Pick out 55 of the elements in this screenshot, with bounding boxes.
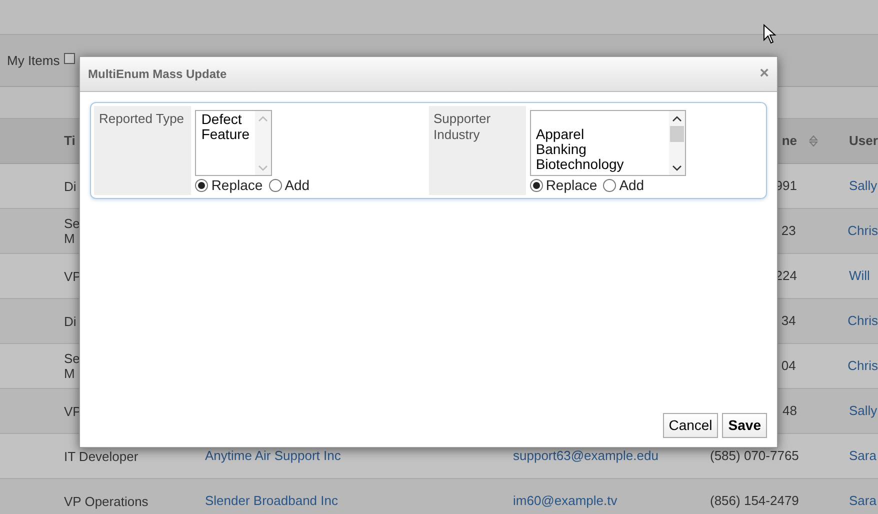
user-link[interactable]: Will xyxy=(849,266,870,286)
user-link[interactable]: Sara xyxy=(849,446,876,466)
list-option[interactable]: Biotechnology xyxy=(536,157,624,172)
listbox[interactable]: Apparel Banking Biotechnology xyxy=(530,110,686,176)
table-cell: 34 xyxy=(781,313,796,328)
radio-option[interactable]: Replace xyxy=(530,177,598,193)
field-label: Supporter Industry xyxy=(428,106,526,195)
listbox[interactable]: Defect Feature xyxy=(195,110,272,176)
list-option[interactable]: Defect xyxy=(201,112,242,127)
toolbar-label: My Items xyxy=(7,52,60,70)
radio-button[interactable] xyxy=(603,178,616,192)
scroll-up-icon[interactable] xyxy=(672,115,682,123)
account-link[interactable]: Slender Broadband Inc xyxy=(205,493,338,508)
scroll-down-icon[interactable] xyxy=(672,164,682,172)
user-link[interactable]: Chris xyxy=(848,356,878,376)
mouse-pointer-icon xyxy=(763,24,777,44)
radio-option[interactable]: Add xyxy=(603,177,644,193)
dialog-title: MultiEnum Mass Update xyxy=(88,66,227,83)
email-link[interactable]: support63@example.edu xyxy=(513,448,658,464)
table-cell: Di xyxy=(64,178,76,194)
user-link[interactable]: Sara xyxy=(849,491,876,511)
table-cell: (585) 070-7765 xyxy=(710,448,799,464)
table-cell: Di xyxy=(64,314,76,328)
table-cell: IT Developer xyxy=(64,448,138,464)
list-option[interactable]: Feature xyxy=(201,127,250,142)
table-cell: VP Operations xyxy=(64,494,148,508)
radio-option[interactable]: Replace xyxy=(195,177,263,193)
table-cell: Se M xyxy=(64,351,80,381)
save-button[interactable]: Save xyxy=(722,413,767,438)
radio-button[interactable] xyxy=(195,178,208,192)
list-option[interactable]: Banking xyxy=(536,142,586,157)
email-link[interactable]: im60@example.tv xyxy=(513,493,618,508)
scroll-thumb[interactable] xyxy=(670,126,684,142)
radio-button[interactable] xyxy=(268,178,282,192)
column-header[interactable]: ne xyxy=(782,133,797,148)
checkbox[interactable] xyxy=(64,53,75,64)
list-option[interactable]: Apparel xyxy=(536,127,584,142)
user-link[interactable]: Chris xyxy=(848,311,878,331)
cancel-button[interactable]: Cancel xyxy=(662,413,718,438)
table-cell: 48 xyxy=(782,403,797,418)
user-link[interactable]: Chris xyxy=(848,221,878,241)
table-cell: 04 xyxy=(781,358,796,374)
close-button[interactable]: × xyxy=(760,66,769,82)
table-cell: 23 xyxy=(781,223,796,238)
field-label: Reported Type xyxy=(94,106,192,195)
column-header[interactable]: Ti xyxy=(64,133,76,148)
user-link[interactable]: Sally xyxy=(849,401,878,421)
radio-button[interactable] xyxy=(530,178,543,192)
column-header[interactable]: User xyxy=(849,131,878,151)
table-cell: (856) 154-2479 xyxy=(710,493,799,508)
scrollbar[interactable] xyxy=(668,111,685,175)
radio-option[interactable]: Add xyxy=(268,177,310,193)
user-link[interactable]: Sally xyxy=(849,176,878,196)
account-link[interactable]: Anytime Air Support Inc xyxy=(205,448,341,464)
table-cell: Se M xyxy=(64,216,80,246)
